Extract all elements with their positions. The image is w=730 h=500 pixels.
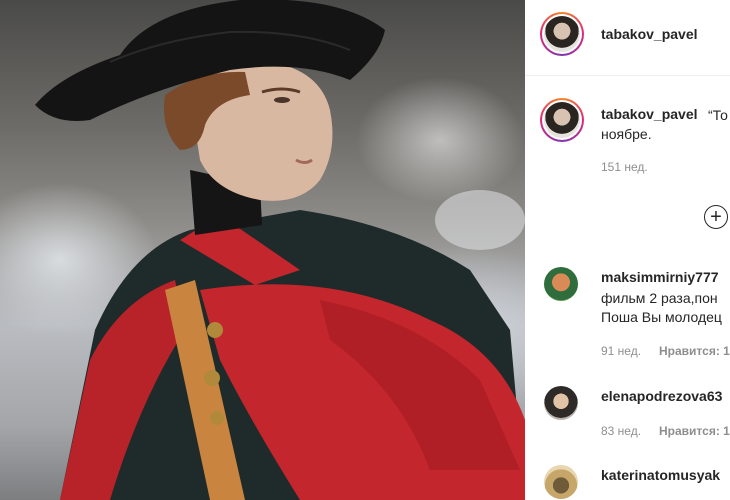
post-photo[interactable] <box>0 0 525 500</box>
author-username[interactable]: tabakov_pavel <box>601 26 698 42</box>
comment-time[interactable]: 91 нед. <box>601 344 641 358</box>
header-divider <box>525 75 730 76</box>
plus-circle-icon[interactable]: + <box>704 205 728 229</box>
caption-text-start: “То <box>708 107 728 123</box>
comment-time[interactable]: 83 нед. <box>601 424 641 438</box>
author-avatar[interactable] <box>540 12 584 56</box>
post-photo-illustration <box>35 0 525 500</box>
comment-text-line2: Поша Вы молодец <box>601 309 722 325</box>
comment-avatar[interactable] <box>544 465 578 499</box>
caption-time[interactable]: 151 нед. <box>601 160 648 174</box>
caption-text-line2: ноябре. <box>601 126 652 142</box>
comment-avatar[interactable] <box>544 267 578 301</box>
comment-text-line1: фильм 2 раза,пон <box>601 290 718 306</box>
comment-username[interactable]: maksimmirniy777 <box>601 269 719 285</box>
caption-avatar[interactable] <box>540 98 584 142</box>
comment-likes[interactable]: Нравится: 1 <box>659 344 730 358</box>
post-side-panel: tabakov_pavel tabakov_pavel “То ноябре. … <box>525 0 730 500</box>
comment-username[interactable]: katerinatomusyak <box>601 467 720 483</box>
comment-avatar[interactable] <box>544 386 578 420</box>
comment-likes[interactable]: Нравится: 1 <box>659 424 730 438</box>
caption-username[interactable]: tabakov_pavel <box>601 106 698 122</box>
comment-username[interactable]: elenapodrezova63 <box>601 388 722 404</box>
